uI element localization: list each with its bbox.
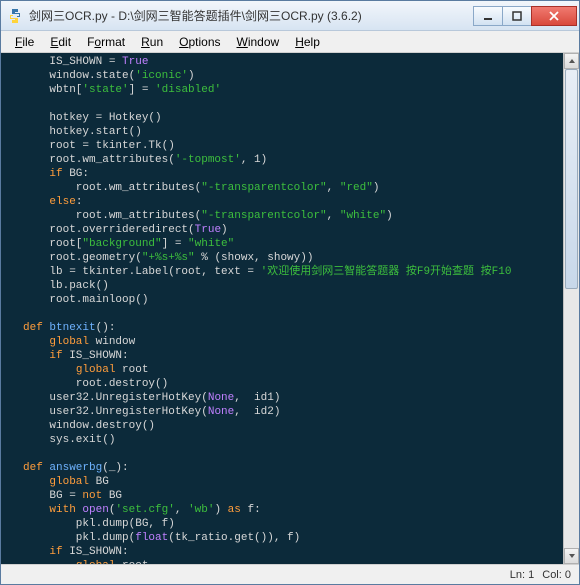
minimize-icon <box>483 11 493 21</box>
menu-window[interactable]: Window <box>229 33 288 51</box>
statusbar: Ln: 1 Col: 0 <box>1 564 579 584</box>
menu-run[interactable]: Run <box>133 33 171 51</box>
menu-file[interactable]: File <box>7 33 42 51</box>
maximize-icon <box>512 11 522 21</box>
menu-options[interactable]: Options <box>171 33 228 51</box>
code-content[interactable]: IS_SHOWN = True window.state('iconic') w… <box>1 53 579 564</box>
chevron-down-icon <box>568 552 576 560</box>
editor-area[interactable]: IS_SHOWN = True window.state('iconic') w… <box>1 53 579 564</box>
status-col: Col: 0 <box>542 569 571 581</box>
scroll-up-button[interactable] <box>564 53 579 69</box>
menu-edit[interactable]: Edit <box>42 33 79 51</box>
vertical-scrollbar[interactable] <box>563 53 579 564</box>
window-controls <box>474 6 577 26</box>
python-icon <box>7 8 23 24</box>
titlebar[interactable]: 剑网三OCR.py - D:\剑网三智能答题插件\剑网三OCR.py (3.6.… <box>1 1 579 31</box>
menu-format[interactable]: Format <box>79 33 133 51</box>
idle-window: 剑网三OCR.py - D:\剑网三智能答题插件\剑网三OCR.py (3.6.… <box>0 0 580 585</box>
window-title: 剑网三OCR.py - D:\剑网三智能答题插件\剑网三OCR.py (3.6.… <box>29 7 474 24</box>
minimize-button[interactable] <box>473 6 503 26</box>
scrollbar-thumb[interactable] <box>565 69 578 289</box>
status-line: Ln: 1 <box>510 569 534 581</box>
maximize-button[interactable] <box>502 6 532 26</box>
chevron-up-icon <box>568 57 576 65</box>
menubar: File Edit Format Run Options Window Help <box>1 31 579 53</box>
scroll-down-button[interactable] <box>564 548 579 564</box>
close-icon <box>548 11 560 21</box>
close-button[interactable] <box>531 6 577 26</box>
menu-help[interactable]: Help <box>287 33 328 51</box>
